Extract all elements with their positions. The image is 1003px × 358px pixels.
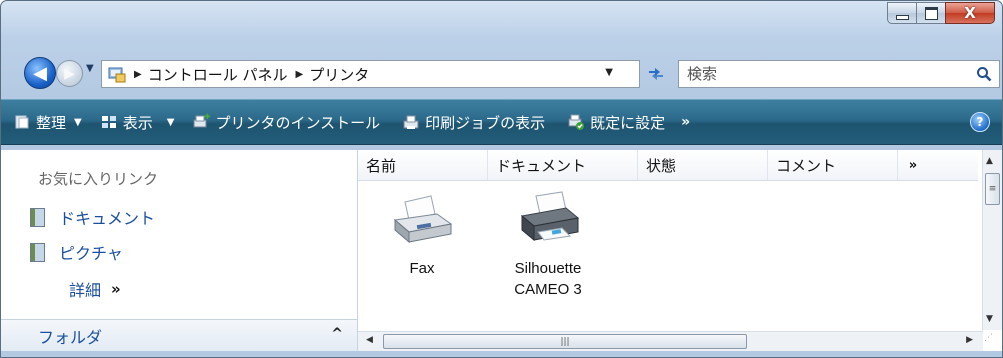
vertical-scroll-thumb[interactable]: ≡ [985,173,1000,205]
set-default-button[interactable]: 既定に設定 [567,112,665,133]
add-printer-icon [192,113,211,131]
command-toolbar: 整理 ▼ 表示 ▼ プリンタのインストール 印刷ジョブの表示 既定に設定 » ? [1,99,1002,145]
navigation-pane: お気に入りリンク ドキュメント ピクチャ 詳細 » フォルダ ^ [1,150,358,351]
folders-bar[interactable]: フォルダ ^ [1,319,357,351]
organize-label: 整理 [36,113,67,132]
column-header-comments[interactable]: コメント [768,150,898,180]
maximize-icon [924,6,938,20]
organize-icon [13,113,31,131]
breadcrumb-separator-icon[interactable]: ▶ [134,69,142,80]
nav-link-pictures-label: ピクチャ [59,244,123,263]
scroll-down-icon[interactable]: ▼ [986,314,993,324]
chevron-down-icon: ▼ [166,116,175,128]
add-printer-button[interactable]: プリンタのインストール [192,112,380,133]
close-button[interactable]: X [945,2,995,24]
printer-item-fax-label: Fax [409,260,435,277]
chevron-double-right-icon: » [111,280,121,298]
printer-icon [520,191,580,242]
set-default-icon [567,113,585,131]
forward-button[interactable]: ▶ [56,60,83,87]
see-print-jobs-label: 印刷ジョブの表示 [425,113,546,132]
back-arrow-icon: ◀ [33,62,47,84]
organize-button[interactable]: 整理 ▼ [13,112,82,133]
refresh-button[interactable] [642,60,670,88]
maximize-button[interactable] [916,2,945,24]
see-print-jobs-button[interactable]: 印刷ジョブの表示 [402,112,545,133]
breadcrumb-printers[interactable]: プリンタ [309,64,369,85]
nav-more-label: 詳細 [69,281,102,300]
column-header-documents[interactable]: ドキュメント [488,150,638,180]
vertical-scrollbar[interactable]: ▲ ≡ ▼ [982,150,1002,330]
close-icon: X [964,4,976,22]
minimize-icon [895,14,909,20]
pictures-icon [30,242,45,262]
recent-pages-dropdown[interactable]: ▼ [86,63,94,74]
address-dropdown-icon[interactable]: ▼ [605,67,613,78]
nav-link-pictures[interactable]: ピクチャ [30,240,123,264]
horizontal-scroll-thumb[interactable]: ||| [383,334,747,349]
resize-grip-icon[interactable]: ⋰ [984,333,1001,350]
back-button[interactable]: ◀ [24,57,56,89]
print-jobs-icon [402,113,420,131]
column-headers: 名前 ドキュメント 状態 コメント » [358,150,978,181]
folders-label: フォルダ [38,327,103,347]
scroll-up-icon[interactable]: ▲ [986,156,993,166]
breadcrumb-separator-icon[interactable]: ▶ [295,69,303,80]
favorite-links-heading: お気に入りリンク [38,170,159,188]
set-default-label: 既定に設定 [590,113,666,132]
nav-link-documents-label: ドキュメント [59,209,156,228]
scroll-left-icon[interactable]: ◀ [366,335,373,345]
column-header-status[interactable]: 状態 [638,150,768,180]
column-header-name[interactable]: 名前 [358,150,488,180]
nav-more-link[interactable]: 詳細 » [69,277,121,301]
search-icon[interactable] [973,66,995,82]
horizontal-scrollbar[interactable]: ◀ ||| ▶ [358,331,983,351]
views-label: 表示 [122,113,153,132]
search-box[interactable] [678,60,1000,88]
add-printer-label: プリンタのインストール [215,113,381,132]
fax-icon [393,195,453,244]
caption-buttons: X [887,2,995,24]
toolbar-overflow-button[interactable]: » [681,114,690,130]
printer-item-silhouette-label: Silhouette CAMEO 3 [514,260,582,298]
columns-overflow-button[interactable]: » [898,150,928,180]
forward-arrow-icon: ▶ [64,65,75,82]
views-icon [100,113,118,131]
explorer-window: X ◀ ▶ ▼ ▶ コントロール パネル ▶ プリンタ ▼ 検索 整理 ▼ 表示… [0,0,1003,358]
chevron-up-icon: ^ [331,326,343,342]
views-button[interactable]: 表示 ▼ [100,112,175,133]
refresh-icon [649,68,663,80]
navigation-row: ◀ ▶ ▼ ▶ コントロール パネル ▶ プリンタ ▼ [1,53,1002,93]
printer-item-silhouette[interactable]: Silhouette CAMEO 3 [488,190,608,300]
minimize-button[interactable] [887,2,916,24]
help-icon: ? [976,115,984,129]
chevron-down-icon: ▼ [74,116,82,128]
address-bar[interactable]: ▶ コントロール パネル ▶ プリンタ ▼ [101,60,640,88]
control-panel-icon [108,65,126,83]
scroll-right-icon[interactable]: ▶ [966,335,973,345]
search-input[interactable] [685,64,973,84]
nav-link-documents[interactable]: ドキュメント [30,205,155,229]
help-button[interactable]: ? [970,112,990,132]
content-pane: 名前 ドキュメント 状態 コメント » Fax Silhouette CAMEO… [358,150,1002,351]
printer-item-fax[interactable]: Fax [362,190,482,279]
breadcrumb-control-panel[interactable]: コントロール パネル [148,64,288,85]
documents-icon [30,207,45,227]
